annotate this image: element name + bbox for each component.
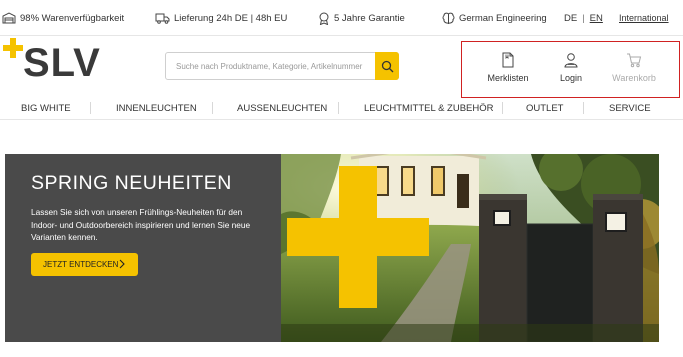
nav-item-aussenleuchten[interactable]: AUSSENLEUCHTEN: [237, 98, 327, 118]
lang-separator: |: [582, 12, 585, 24]
availability-info: 98% Warenverfügbarkeit: [2, 0, 124, 36]
merklisten-button[interactable]: Merklisten: [478, 52, 538, 83]
search-input[interactable]: [166, 53, 376, 79]
chevron-right-icon: [119, 259, 125, 269]
hero-image: [281, 154, 659, 342]
main-navigation: BIG WHITE INNENLEUCHTEN AUSSENLEUCHTEN L…: [0, 98, 683, 120]
search-button[interactable]: [375, 52, 399, 80]
search-icon: [381, 60, 393, 72]
nav-divider: [338, 102, 339, 114]
logo-text: SLV: [23, 41, 101, 85]
nav-item-outlet[interactable]: OUTLET: [526, 98, 563, 118]
top-info-bar: 98% Warenverfügbarkeit Lieferung 24h DE …: [0, 0, 683, 36]
wishlist-icon: [502, 52, 514, 68]
nav-item-big-white[interactable]: BIG WHITE: [21, 98, 71, 118]
language-switcher: DE | EN: [564, 0, 603, 36]
slv-logo[interactable]: SLV: [3, 38, 113, 86]
nav-item-innenleuchten[interactable]: INNENLEUCHTEN: [116, 98, 197, 118]
cart-icon: [627, 53, 642, 68]
nav-divider: [583, 102, 584, 114]
warenkorb-label: Warenkorb: [612, 73, 656, 83]
user-actions-highlight: Merklisten Login Warenkorb: [461, 41, 680, 98]
merklisten-label: Merklisten: [487, 73, 529, 83]
warehouse-icon: [2, 12, 16, 24]
international-link[interactable]: International: [619, 0, 669, 36]
logo-plus-icon: [3, 38, 23, 58]
nav-divider: [502, 102, 503, 114]
hero-text-panel: SPRING NEUHEITEN Lassen Sie sich von uns…: [5, 154, 281, 342]
user-icon: [564, 53, 578, 68]
guarantee-text: 5 Jahre Garantie: [334, 12, 405, 24]
lang-en-link[interactable]: EN: [590, 13, 603, 24]
engineering-info: German Engineering: [442, 0, 547, 36]
nav-divider: [90, 102, 91, 114]
guarantee-info: 5 Jahre Garantie: [318, 0, 405, 36]
nav-divider: [212, 102, 213, 114]
hero-description: Lassen Sie sich von unseren Frühlings-Ne…: [31, 207, 251, 242]
engineering-text: German Engineering: [459, 12, 547, 24]
login-label: Login: [559, 73, 583, 83]
award-icon: [319, 12, 329, 25]
lang-de-link[interactable]: DE: [564, 13, 577, 24]
hero-cta-button[interactable]: JETZT ENTDECKEN: [31, 253, 138, 276]
availability-text: 98% Warenverfügbarkeit: [20, 12, 125, 24]
hero-title: SPRING NEUHEITEN: [31, 172, 232, 194]
search-bar: [165, 52, 399, 80]
nav-item-service[interactable]: SERVICE: [609, 98, 651, 118]
brain-icon: [442, 12, 455, 24]
warenkorb-button[interactable]: Warenkorb: [604, 52, 664, 83]
delivery-info: Lieferung 24h DE | 48h EU: [155, 0, 287, 36]
nav-item-leuchtmittel[interactable]: LEUCHTMITTEL & ZUBEHÖR: [364, 98, 494, 118]
delivery-text: Lieferung 24h DE | 48h EU: [174, 12, 288, 24]
hero-cta-label: JETZT ENTDECKEN: [43, 260, 119, 269]
hero-banner[interactable]: SPRING NEUHEITEN Lassen Sie sich von uns…: [5, 154, 659, 342]
truck-icon: [155, 13, 170, 24]
login-button[interactable]: Login: [541, 52, 601, 83]
